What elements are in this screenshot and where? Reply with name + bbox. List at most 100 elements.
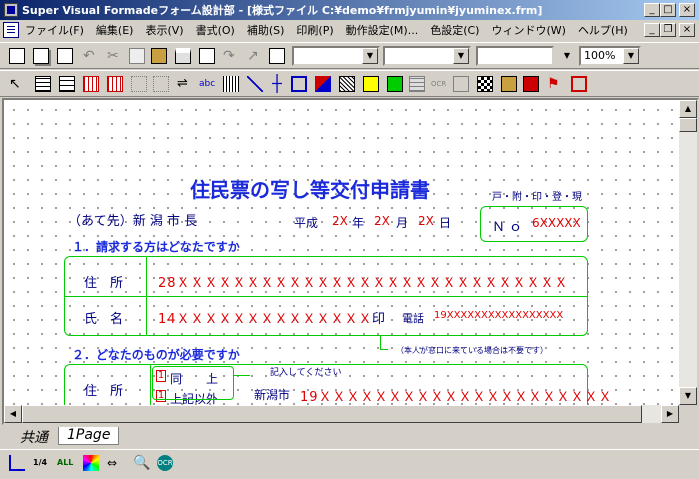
form-title[interactable]: 住民票の写し等交付申請書 xyxy=(190,174,430,203)
day-value[interactable]: 2X xyxy=(418,214,434,228)
address2-value[interactable]: 19ＸＸＸＸＸＸＸＸＸＸＸＸＸＸＸＸＸＸＸＸＸ xyxy=(300,386,613,405)
font-size-select[interactable]: ▼ xyxy=(383,46,471,66)
style-select[interactable] xyxy=(476,46,554,66)
phone-value[interactable]: 19XXXXXXXXXXXXXXXXX xyxy=(434,310,563,321)
table-icon[interactable] xyxy=(406,73,428,95)
color-icon[interactable] xyxy=(312,73,334,95)
doc-minimize-button[interactable]: _ xyxy=(644,23,660,37)
form-page[interactable]: 住民票の写し等交付申請書 戸・附・印・登・現 （あて先）新 潟 市 長 平成 2… xyxy=(4,100,677,405)
link-chain-icon[interactable]: ⇔ xyxy=(104,452,126,474)
dropdown-arrow-icon[interactable]: ▼ xyxy=(556,45,578,67)
menu-view[interactable]: 表示(V) xyxy=(139,22,189,38)
undo-icon[interactable]: ↶ xyxy=(80,45,102,67)
rectangle-icon[interactable] xyxy=(288,73,310,95)
maximize-button[interactable]: □ xyxy=(660,3,676,17)
ocr-field-icon[interactable]: OCR xyxy=(428,73,450,95)
chevron-down-icon[interactable]: ▼ xyxy=(362,48,378,64)
insert-icon[interactable] xyxy=(450,73,472,95)
cross-line-icon[interactable]: ┼ xyxy=(266,73,288,95)
era-label[interactable]: 平成 xyxy=(294,214,318,231)
line-style-icon[interactable] xyxy=(6,452,28,474)
image-icon[interactable] xyxy=(360,73,382,95)
address-value[interactable]: 28ＸＸＸＸＸＸＸＸＸＸＸＸＸＸＸＸＸＸＸＸＸＸＸＸＸＸＸＸ xyxy=(158,272,569,291)
menu-file[interactable]: ファイル(F) xyxy=(19,22,90,38)
address2-label[interactable]: 住 所 xyxy=(84,380,123,399)
note-text[interactable]: （本人が窓口に来ている場合は不要です） xyxy=(396,345,548,356)
copy-icon[interactable] xyxy=(126,45,148,67)
number-label[interactable]: Ｎｏ xyxy=(492,216,526,235)
name-value[interactable]: 14ＸＸＸＸＸＸＸＸＸＸＸＸＸＸ xyxy=(158,308,373,327)
lines-icon[interactable] xyxy=(56,73,78,95)
name-label[interactable]: 氏 名 xyxy=(84,308,123,327)
vertical-scrollbar[interactable]: ▲ ▼ xyxy=(679,100,697,405)
link-icon[interactable]: ⇌ xyxy=(174,73,196,95)
font-name-select[interactable]: ▼ xyxy=(292,46,380,66)
red-grid-icon[interactable] xyxy=(80,73,102,95)
menu-window[interactable]: ウィンドウ(W) xyxy=(485,22,571,38)
red-box-icon[interactable] xyxy=(104,73,126,95)
line-icon[interactable] xyxy=(244,73,266,95)
scroll-down-icon[interactable]: ▼ xyxy=(679,387,697,405)
year-label[interactable]: 年 xyxy=(352,214,364,231)
chevron-down-icon[interactable]: ▼ xyxy=(453,48,469,64)
seal-label[interactable]: 印 xyxy=(372,308,385,327)
preview-icon[interactable] xyxy=(196,45,218,67)
tab-page1[interactable]: 1Page xyxy=(58,427,120,445)
horizontal-scroll-thumb[interactable] xyxy=(22,405,642,423)
menu-behavior[interactable]: 動作設定(M)... xyxy=(340,22,425,38)
palette-icon[interactable] xyxy=(80,452,102,474)
day-label[interactable]: 日 xyxy=(439,214,451,231)
barcode-icon[interactable] xyxy=(220,73,242,95)
tab-common[interactable]: 共通 xyxy=(12,427,56,446)
year-value[interactable]: 2X xyxy=(332,214,348,228)
field-icon[interactable] xyxy=(384,73,406,95)
menu-edit[interactable]: 編集(E) xyxy=(90,22,140,38)
scroll-left-icon[interactable]: ◀ xyxy=(4,405,22,423)
section2-heading[interactable]: ２．どなたのものが必要ですか xyxy=(72,346,240,363)
properties-icon[interactable] xyxy=(266,45,288,67)
menu-color[interactable]: 色設定(C) xyxy=(424,22,485,38)
recipient-label[interactable]: （あて先）新 潟 市 長 xyxy=(68,210,197,229)
pattern-icon[interactable] xyxy=(336,73,358,95)
office-marks[interactable]: 戸・附・印・登・現 xyxy=(492,188,582,203)
doc-close-button[interactable]: × xyxy=(679,23,695,37)
stamp-icon[interactable] xyxy=(520,73,542,95)
flag-icon[interactable]: ⚑ xyxy=(544,73,566,95)
chevron-down-icon[interactable]: ▼ xyxy=(623,48,639,64)
seal-icon[interactable] xyxy=(568,73,590,95)
document-icon[interactable] xyxy=(3,22,19,38)
month-value[interactable]: 2X xyxy=(374,214,390,228)
pointer-icon[interactable]: ↖ xyxy=(6,73,28,95)
minimize-button[interactable]: _ xyxy=(644,3,660,17)
horizontal-scrollbar[interactable]: ◀ ▶ xyxy=(4,405,679,423)
menu-help[interactable]: ヘルプ(H) xyxy=(572,22,634,38)
close-button[interactable]: × xyxy=(679,3,695,17)
fill-hint[interactable]: 記入してください xyxy=(270,365,341,378)
numbering-icon[interactable]: 1/4 xyxy=(30,452,52,474)
scroll-right-icon[interactable]: ▶ xyxy=(661,405,679,423)
package-icon[interactable] xyxy=(498,73,520,95)
phone-label[interactable]: 電話 xyxy=(402,310,424,326)
address-label[interactable]: 住 所 xyxy=(84,272,123,291)
cut-icon[interactable]: ✂ xyxy=(104,45,126,67)
zoom-icon[interactable]: 🔍 xyxy=(130,452,152,474)
menu-print[interactable]: 印刷(P) xyxy=(290,22,339,38)
city-label[interactable]: 新潟市 xyxy=(254,386,290,403)
design-canvas[interactable]: 住民票の写し等交付申請書 戸・附・印・登・現 （あて先）新 潟 市 長 平成 2… xyxy=(2,98,699,425)
new-file-icon[interactable] xyxy=(30,45,52,67)
redo-icon[interactable]: ↷ xyxy=(220,45,242,67)
qr-icon[interactable] xyxy=(474,73,496,95)
grid-icon[interactable] xyxy=(32,73,54,95)
scroll-up-icon[interactable]: ▲ xyxy=(679,100,697,118)
dotted-box-icon[interactable] xyxy=(150,73,172,95)
blank-page-icon[interactable] xyxy=(54,45,76,67)
new-form-icon[interactable] xyxy=(6,45,28,67)
menu-format[interactable]: 書式(O) xyxy=(190,22,241,38)
text-abc-icon[interactable]: abc xyxy=(196,73,218,95)
ocr-icon[interactable]: OCR xyxy=(154,452,176,474)
arrow-icon[interactable]: ↗ xyxy=(244,45,266,67)
dotted-grid-icon[interactable] xyxy=(128,73,150,95)
print-icon[interactable] xyxy=(172,45,194,67)
month-label[interactable]: 月 xyxy=(396,214,408,231)
doc-restore-button[interactable]: ❐ xyxy=(660,23,676,37)
